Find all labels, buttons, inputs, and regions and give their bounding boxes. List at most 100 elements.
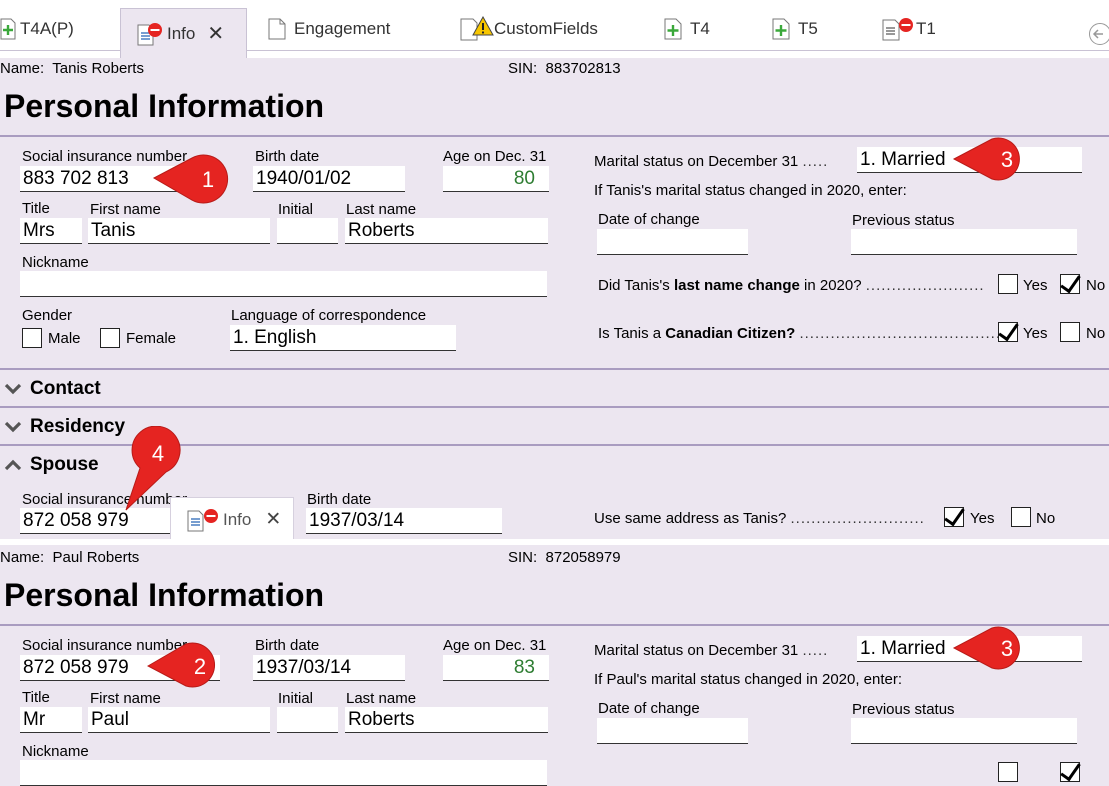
chevron-down-icon (4, 382, 22, 396)
callout-number: 2 (194, 654, 206, 679)
language-select[interactable]: 1. English (230, 325, 456, 351)
yes-label: Yes (970, 510, 994, 527)
name-row: Name: Paul Roberts (0, 549, 139, 566)
nickname-label: Nickname (22, 254, 89, 271)
age-value: 83 (443, 655, 549, 681)
title-input[interactable]: Mr (20, 707, 82, 733)
marital-status-text: Marital status on December 31 (594, 153, 798, 170)
nickname-input[interactable] (20, 760, 547, 786)
initial-input[interactable] (277, 707, 338, 733)
female-label: Female (126, 330, 176, 347)
same-address-no-checkbox[interactable] (1011, 507, 1031, 527)
marital-status-label: Marital status on December 31 ..... (594, 642, 828, 659)
first-name-input[interactable]: Paul (88, 707, 270, 733)
female-checkbox[interactable] (100, 328, 120, 348)
q-text: Is Tanis a (598, 325, 665, 342)
divider (0, 624, 1109, 626)
date-of-change-label: Date of change (598, 700, 700, 717)
section-label: Residency (30, 416, 125, 438)
section-contact[interactable]: Contact (4, 378, 101, 400)
initial-input[interactable] (277, 218, 338, 244)
previous-status-select[interactable] (851, 229, 1077, 255)
date-of-change-input[interactable] (597, 229, 748, 255)
tab-label: T1 (916, 19, 936, 39)
doc-warning-icon (458, 16, 494, 42)
divider (0, 406, 1109, 408)
callout-number: 1 (202, 167, 214, 192)
last-name-change-yes-checkbox[interactable] (998, 274, 1018, 294)
tab-customfields[interactable]: CustomFields (458, 8, 598, 50)
section-residency[interactable]: Residency (4, 416, 125, 438)
close-icon[interactable]: ✕ (265, 508, 281, 531)
tab-t1[interactable]: T1 (880, 8, 936, 50)
last-name-input[interactable]: Roberts (345, 218, 548, 244)
partial-checkbox[interactable] (1060, 762, 1080, 782)
date-of-change-input[interactable] (597, 718, 748, 744)
tab-label: CustomFields (494, 19, 598, 39)
last-name-change-question: Did Tanis's last name change in 2020? ..… (598, 277, 985, 294)
gender-label: Gender (22, 307, 72, 324)
birth-date-input[interactable]: 1940/01/02 (253, 166, 405, 192)
age-label: Age on Dec. 31 (443, 637, 546, 654)
section-label: Contact (30, 378, 101, 400)
same-address-question: Use same address as Tanis? .............… (594, 510, 925, 527)
callout-number: 3 (1001, 636, 1013, 661)
q-bold: last name change (674, 277, 800, 294)
birth-date-input[interactable]: 1937/03/14 (253, 655, 405, 681)
q-text: in 2020? (800, 277, 862, 294)
sin-value: 872058979 (546, 549, 621, 566)
last-name-change-no-checkbox[interactable] (1060, 274, 1080, 294)
dot-leader: ....................................... (799, 325, 1001, 342)
doc-minus-icon (880, 17, 916, 41)
first-name-label: First name (90, 201, 161, 218)
title-label: Title (22, 200, 50, 217)
name-row: Name: Tanis Roberts (0, 60, 144, 77)
yes-label: Yes (1023, 325, 1047, 342)
tab-engagement[interactable]: Engagement (268, 8, 390, 50)
q-text: Use same address as Tanis? (594, 510, 786, 527)
scroll-back-button[interactable] (1088, 22, 1109, 51)
page-title: Personal Information (4, 577, 324, 614)
close-icon[interactable]: ✕ (207, 21, 224, 46)
spouse-birth-date-label: Birth date (307, 491, 371, 508)
tab-t5[interactable]: T5 (772, 8, 818, 50)
callout-marker: 3 (952, 624, 1042, 672)
initial-label: Initial (278, 690, 313, 707)
partial-checkbox[interactable] (998, 762, 1018, 782)
doc-icon (268, 18, 286, 40)
citizen-yes-checkbox[interactable] (998, 322, 1018, 342)
callout-marker: 3 (952, 135, 1042, 183)
nickname-input[interactable] (20, 271, 547, 297)
previous-status-select[interactable] (851, 718, 1077, 744)
callout-number: 4 (152, 441, 164, 466)
marital-status-label: Marital status on December 31 ..... (594, 153, 828, 170)
tab-info[interactable]: Info ✕ (120, 8, 247, 58)
date-of-change-label: Date of change (598, 211, 700, 228)
marital-change-text: If Tanis's marital status changed in 202… (594, 182, 907, 199)
title-input[interactable]: Mrs (20, 218, 82, 244)
page-title: Personal Information (4, 88, 324, 125)
tab-t4[interactable]: T4 (664, 8, 710, 50)
same-address-yes-checkbox[interactable] (944, 507, 964, 527)
birth-date-label: Birth date (255, 637, 319, 654)
section-label: Spouse (30, 454, 99, 476)
birth-date-label: Birth date (255, 148, 319, 165)
first-name-input[interactable]: Tanis (88, 218, 270, 244)
nickname-label: Nickname (22, 743, 89, 760)
plus-doc-icon (664, 18, 682, 40)
last-name-label: Last name (346, 690, 416, 707)
male-checkbox[interactable] (22, 328, 42, 348)
plus-doc-icon (772, 18, 790, 40)
last-name-input[interactable]: Roberts (345, 707, 548, 733)
yes-label: Yes (1023, 277, 1047, 294)
circle-left-arrow-icon (1088, 22, 1109, 46)
male-label: Male (48, 330, 81, 347)
divider (0, 135, 1109, 137)
tab-t4ap[interactable]: T4A(P) (0, 8, 74, 50)
language-label: Language of correspondence (231, 307, 426, 324)
section-spouse[interactable]: Spouse (4, 454, 99, 476)
callout-marker: 4 (122, 426, 192, 514)
plus-doc-icon (0, 18, 16, 40)
spouse-birth-date-input[interactable]: 1937/03/14 (306, 508, 502, 534)
citizen-no-checkbox[interactable] (1060, 322, 1080, 342)
